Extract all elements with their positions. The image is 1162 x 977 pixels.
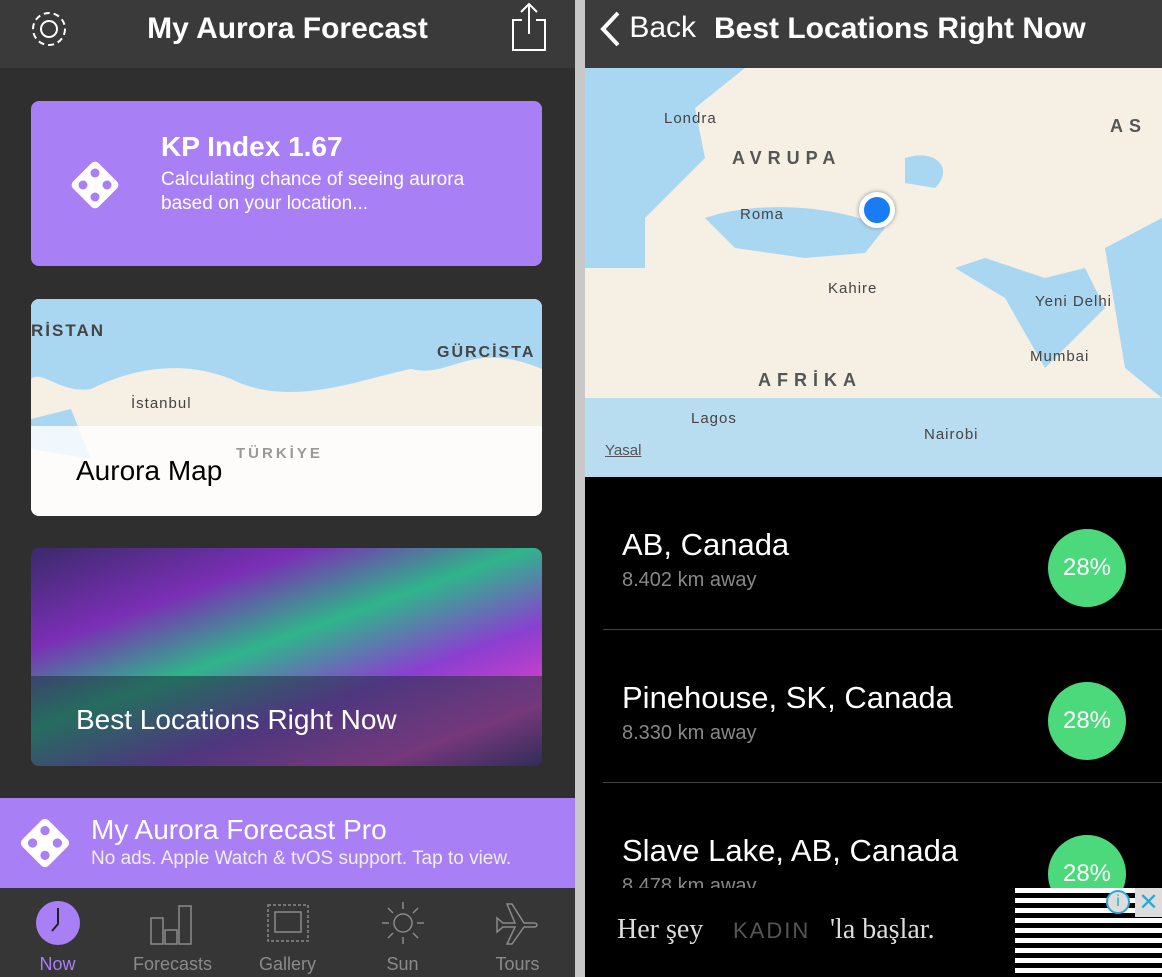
screen-title: Best Locations Right Now — [714, 12, 1086, 45]
tab-tours[interactable]: Tours — [460, 888, 575, 977]
chance-badge: 28% — [1048, 682, 1126, 760]
share-icon[interactable] — [510, 2, 548, 52]
location-row[interactable]: Pinehouse, SK, Canada 8.330 km away 28% — [603, 630, 1162, 783]
location-name: AB, Canada — [622, 527, 790, 562]
tab-now[interactable]: Now — [0, 888, 115, 977]
back-button[interactable]: Back — [599, 10, 696, 48]
location-distance: 8.330 km away — [622, 722, 757, 744]
chance-badge: 28% — [1048, 529, 1126, 607]
city-label: Kahire — [828, 280, 878, 297]
region-label: AFRİKA — [758, 370, 862, 390]
location-row[interactable]: AB, Canada 8.402 km away 28% — [603, 477, 1162, 630]
tab-gallery[interactable]: Gallery — [230, 888, 345, 977]
pro-banner[interactable]: My Aurora Forecast Pro No ads. Apple Wat… — [0, 798, 575, 888]
locations-map[interactable]: Londra Roma Kahire Yeni Delhi Mumbai Lag… — [585, 68, 1162, 477]
city-label: Yeni Delhi — [1035, 293, 1112, 310]
app-title: My Aurora Forecast — [147, 12, 428, 45]
back-label: Back — [629, 10, 697, 44]
picture-frame-icon — [267, 904, 309, 942]
ad-text: Her şey — [617, 914, 704, 945]
region-label: AS — [1110, 116, 1148, 136]
aurora-map-label: Aurora Map — [76, 455, 223, 486]
tab-bar: Now Forecasts Gallery Sun Tours — [0, 888, 575, 977]
dice-icon — [20, 818, 70, 868]
current-location-dot — [859, 192, 895, 228]
tab-label: Sun — [386, 954, 419, 974]
kp-index-card[interactable]: KP Index 1.67 Calculating chance of seei… — [31, 101, 542, 266]
city-label: Nairobi — [924, 426, 979, 443]
city-label: Londra — [664, 110, 717, 127]
airplane-icon — [496, 903, 538, 945]
best-locations-label: Best Locations Right Now — [76, 704, 397, 735]
clock-icon — [36, 901, 80, 945]
tab-forecasts[interactable]: Forecasts — [115, 888, 230, 977]
ad-banner[interactable]: Her şey KADIN 'la başlar. i ✕ — [585, 888, 1162, 977]
map-label: İstanbul — [131, 395, 192, 412]
dice-icon — [71, 161, 119, 209]
pro-title: My Aurora Forecast Pro — [91, 814, 387, 845]
region-label: AVRUPA — [732, 148, 842, 168]
location-name: Pinehouse, SK, Canada — [622, 680, 953, 715]
city-label: Mumbai — [1030, 348, 1090, 365]
sun-icon — [382, 902, 424, 944]
map-label: RİSTAN — [31, 321, 106, 340]
map-label: TÜRKİYE — [236, 445, 323, 462]
location-name: Slave Lake, AB, Canada — [622, 833, 959, 868]
tab-label: Forecasts — [132, 954, 213, 974]
city-label: Roma — [740, 206, 785, 223]
kp-index-text: Calculating chance of seeing aurora base… — [161, 169, 465, 214]
tab-sun[interactable]: Sun — [345, 888, 460, 977]
kp-index-title: KP Index 1.67 — [161, 131, 343, 162]
ad-brand: KADIN — [733, 918, 811, 943]
ad-close-icon[interactable]: ✕ — [1135, 888, 1162, 917]
location-distance: 8.402 km away — [622, 569, 757, 591]
nav-bar: My Aurora Forecast — [0, 0, 575, 68]
aurora-map-card[interactable]: RİSTAN GÜRCİSTA İstanbul TÜRKİYE Aurora … — [31, 299, 542, 516]
best-locations-card[interactable]: Best Locations Right Now — [31, 548, 542, 766]
city-label: Lagos — [691, 410, 737, 427]
ad-info-icon[interactable]: i — [1106, 890, 1130, 914]
best-locations-screen: Back Best Locations Right Now Londra Rom… — [585, 0, 1162, 977]
ad-text: 'la başlar. — [830, 914, 935, 945]
pro-text: No ads. Apple Watch & tvOS support. Tap … — [91, 848, 512, 869]
map-label: GÜRCİSTA — [437, 344, 536, 361]
legal-link[interactable]: Yasal — [605, 442, 641, 459]
nav-bar: Back Best Locations Right Now — [585, 0, 1162, 68]
tab-label: Tours — [495, 954, 540, 974]
bar-chart-icon — [150, 905, 192, 945]
tab-label: Gallery — [258, 954, 316, 974]
main-screen: My Aurora Forecast KP Index 1.67 Calcula… — [0, 0, 575, 977]
chevron-left-icon — [600, 11, 620, 47]
tab-label: Now — [39, 954, 76, 974]
